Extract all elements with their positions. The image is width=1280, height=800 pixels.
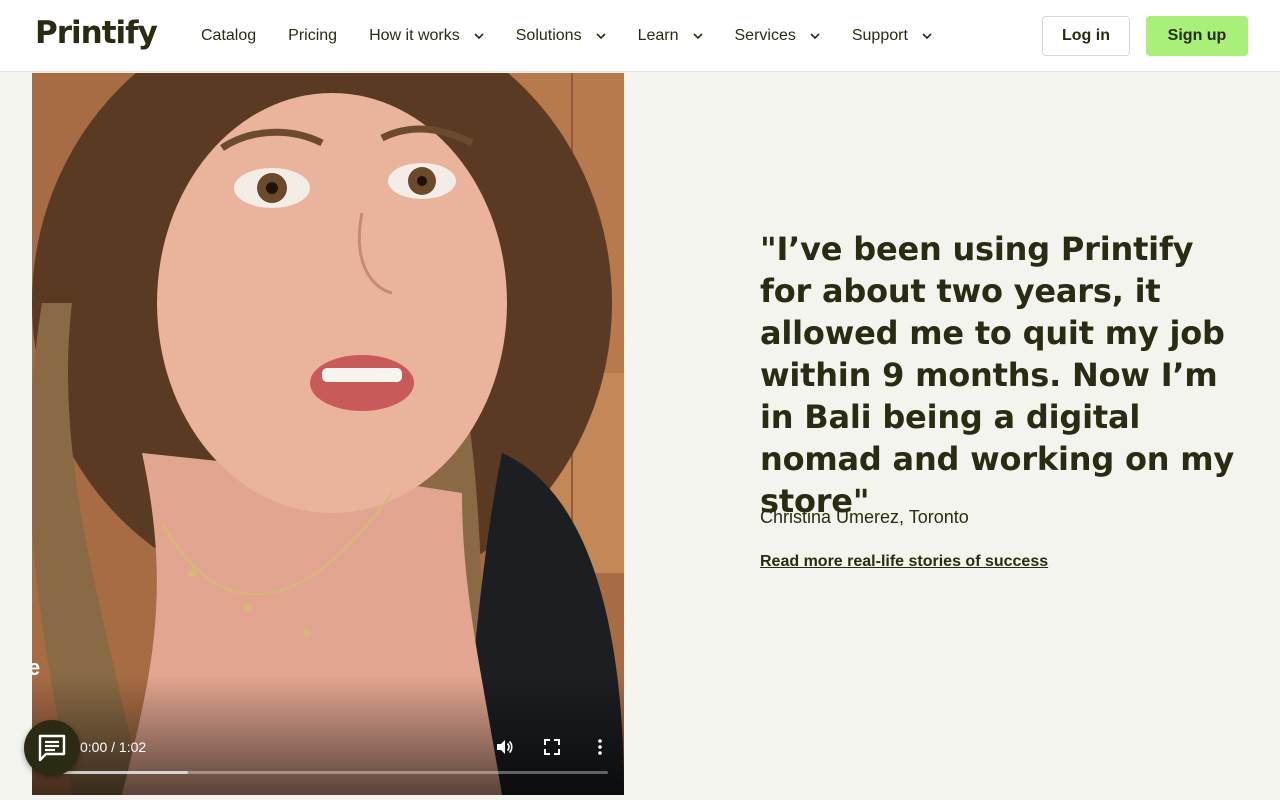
nav-item-label: Support — [851, 27, 908, 44]
testimonial-author: Christina Umerez, Toronto — [760, 507, 969, 527]
chevron-down-icon — [922, 33, 932, 40]
video-controls-gradient — [32, 675, 624, 795]
nav-item-pricing[interactable]: Pricing — [288, 27, 337, 45]
video-caption-fragment: e — [32, 655, 41, 680]
nav-item-label: Pricing — [288, 27, 338, 44]
nav-item-support[interactable]: Support — [852, 27, 932, 45]
top-navigation: Printify Catalog Pricing How it works So… — [0, 0, 1280, 72]
fullscreen-icon[interactable] — [542, 737, 562, 757]
chevron-down-icon — [810, 33, 820, 40]
nav-item-label: How it works — [369, 27, 460, 44]
chevron-down-icon — [474, 33, 484, 40]
chevron-down-icon — [596, 33, 606, 40]
nav-item-catalog[interactable]: Catalog — [201, 27, 256, 45]
printify-logo[interactable]: Printify — [35, 15, 158, 51]
video-buffered-bar — [48, 771, 188, 774]
testimonial-quote: "I’ve been using Printify for about two … — [760, 230, 1235, 520]
chat-icon — [38, 734, 66, 762]
chat-button[interactable] — [24, 720, 80, 776]
nav-item-label: Solutions — [515, 27, 582, 44]
nav-item-label: Catalog — [201, 27, 257, 44]
signup-button[interactable]: Sign up — [1146, 16, 1248, 56]
nav-item-how-it-works[interactable]: How it works — [369, 27, 484, 45]
nav-item-services[interactable]: Services — [735, 27, 820, 45]
more-options-icon[interactable] — [590, 737, 610, 757]
nav-item-label: Services — [734, 27, 796, 44]
testimonial-video-player[interactable]: e 0:00 / 1:02 — [32, 73, 624, 795]
nav-item-learn[interactable]: Learn — [638, 27, 703, 45]
chevron-down-icon — [692, 33, 703, 40]
volume-icon[interactable] — [494, 737, 514, 757]
login-button[interactable]: Log in — [1042, 16, 1130, 56]
nav-item-label: Learn — [637, 27, 679, 44]
video-time-display: 0:00 / 1:02 — [80, 739, 147, 755]
success-stories-link[interactable]: Read more real-life stories of success — [760, 553, 1048, 571]
video-progress-bar[interactable] — [48, 771, 608, 774]
nav-item-solutions[interactable]: Solutions — [516, 27, 606, 45]
main-menu: Catalog Pricing How it works Solutions L… — [201, 0, 964, 72]
